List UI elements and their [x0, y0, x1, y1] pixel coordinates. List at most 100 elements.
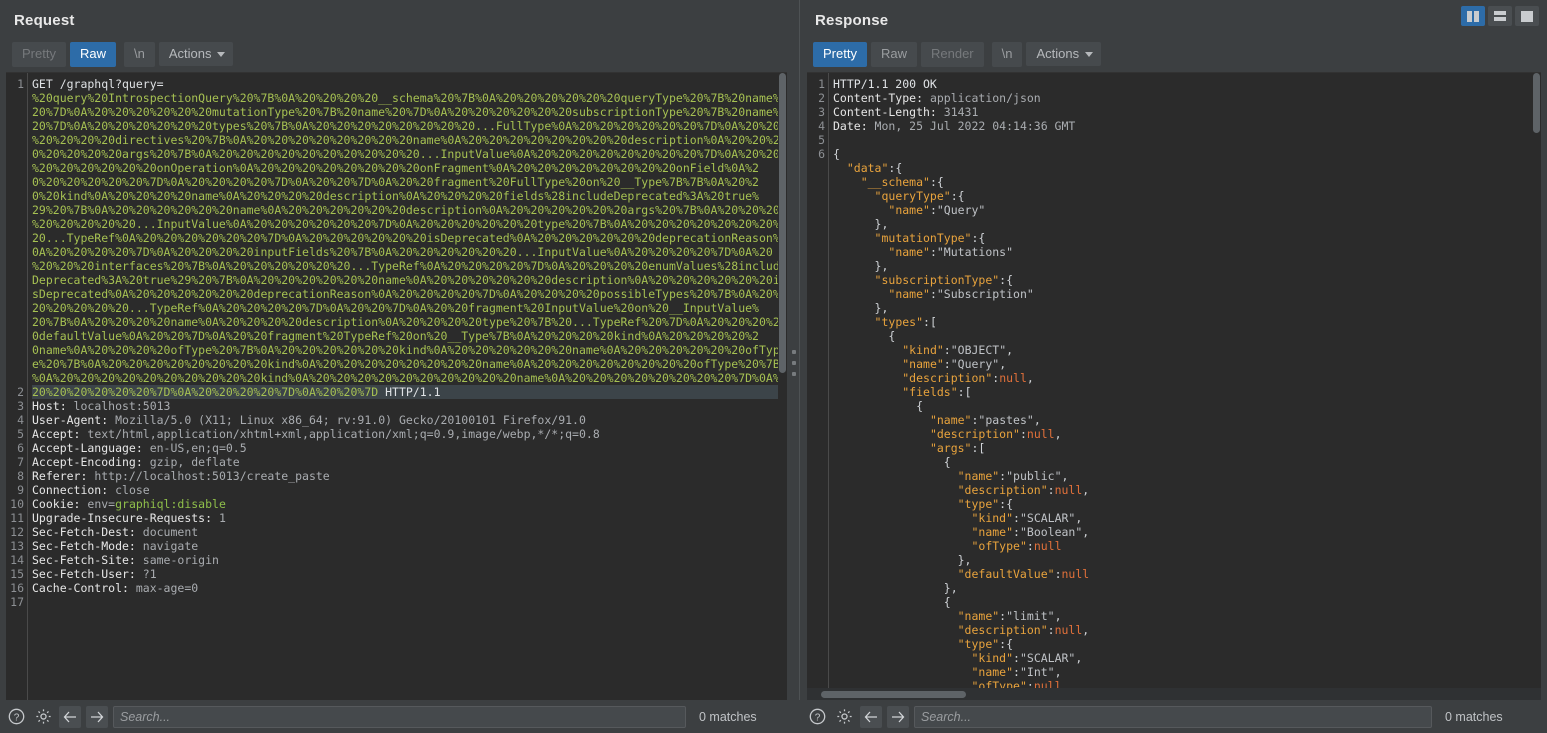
line-number [6, 91, 27, 105]
chevron-down-icon [217, 52, 225, 57]
response-horizontal-scrollbar[interactable] [807, 688, 1541, 700]
response-json-line: { [833, 329, 1541, 343]
response-json-line: "kind":"SCALAR", [833, 511, 1541, 525]
response-actions-button[interactable]: Actions [1026, 42, 1101, 66]
response-vertical-scrollbar[interactable] [1532, 73, 1541, 688]
request-header-line: Sec-Fetch-Mode: navigate [32, 539, 787, 553]
line-number [807, 623, 828, 637]
line-number [6, 315, 27, 329]
layout-split-vertical-button[interactable] [1461, 6, 1485, 26]
tab-response-newline[interactable]: \n [992, 42, 1023, 67]
response-hscroll-thumb[interactable] [821, 691, 966, 698]
tab-response-render[interactable]: Render [921, 42, 984, 67]
request-header-line: Referer: http://localhost:5013/create_pa… [32, 469, 787, 483]
response-header-line: Date: Mon, 25 Jul 2022 04:14:36 GMT [833, 119, 1541, 133]
response-help-icon[interactable]: ? [806, 706, 828, 728]
request-search-next-button[interactable] [86, 706, 108, 728]
request-query-fragment: 0%20kind%0A%20%20%20%20name%0A%20%20%20%… [32, 189, 787, 203]
request-settings-gear-icon[interactable] [32, 706, 54, 728]
request-header-line: User-Agent: Mozilla/5.0 (X11; Linux x86_… [32, 413, 787, 427]
line-number [807, 301, 828, 315]
response-vscroll-thumb[interactable] [1533, 73, 1540, 133]
line-number [6, 203, 27, 217]
chevron-down-icon [1085, 52, 1093, 57]
request-code[interactable]: GET /graphql?query=%20query%20Introspect… [28, 73, 787, 700]
response-json-line: "name":"Query", [833, 357, 1541, 371]
line-number [6, 189, 27, 203]
line-number [807, 287, 828, 301]
tab-response-pretty[interactable]: Pretty [813, 42, 867, 67]
panes-container: Request Pretty Raw \n Actions 1 23456789… [0, 0, 1547, 700]
line-number [807, 595, 828, 609]
line-number [6, 161, 27, 175]
response-json-line: "name":"Subscription" [833, 287, 1541, 301]
request-editor[interactable]: 1 234567891011121314151617 GET /graphql?… [6, 72, 787, 700]
request-header-line: Sec-Fetch-Dest: document [32, 525, 787, 539]
request-query-fragment: %20%20%20%20%20%20onOperation%0A%20%20%2… [32, 161, 787, 175]
layout-toggle-group [1461, 6, 1539, 26]
response-settings-gear-icon[interactable] [833, 706, 855, 728]
line-number: 1 [807, 77, 828, 91]
response-code[interactable]: HTTP/1.1 200 OKContent-Type: application… [829, 73, 1541, 700]
line-number: 6 [807, 147, 828, 161]
response-json-line: "defaultValue":null [833, 567, 1541, 581]
tab-response-raw[interactable]: Raw [871, 42, 917, 67]
layout-single-pane-button[interactable] [1515, 6, 1539, 26]
line-number: 2 [6, 385, 27, 399]
line-number [6, 175, 27, 189]
response-search-prev-button[interactable] [860, 706, 882, 728]
tab-request-pretty[interactable]: Pretty [12, 42, 66, 67]
line-number [807, 315, 828, 329]
request-actions-button[interactable]: Actions [159, 42, 234, 66]
line-number: 10 [6, 497, 27, 511]
line-number [807, 651, 828, 665]
request-pane: Request Pretty Raw \n Actions 1 23456789… [0, 0, 787, 700]
request-header-line: Sec-Fetch-User: ?1 [32, 567, 787, 581]
response-search-next-button[interactable] [887, 706, 909, 728]
request-query-fragment: 0defaultValue%0A%20%20%7D%0A%20%20fragme… [32, 329, 787, 343]
response-json-line: "name":"Int", [833, 665, 1541, 679]
response-json-line: }, [833, 259, 1541, 273]
line-number [6, 147, 27, 161]
line-number [807, 175, 828, 189]
response-json-line: "name":"limit", [833, 609, 1541, 623]
response-editor[interactable]: 123456 HTTP/1.1 200 OKContent-Type: appl… [807, 72, 1541, 700]
response-json-line: "args":[ [833, 441, 1541, 455]
response-title: Response [801, 0, 1547, 38]
response-json-line: "mutationType":{ [833, 231, 1541, 245]
line-number: 13 [6, 539, 27, 553]
response-gutter: 123456 [807, 73, 829, 700]
request-query-fragment: %20%20%20%20%20...InputValue%0A%20%20%20… [32, 217, 787, 231]
tab-request-newline[interactable]: \n [124, 42, 155, 67]
request-vscroll-thumb[interactable] [779, 73, 786, 373]
request-header-line: Accept: text/html,application/xhtml+xml,… [32, 427, 787, 441]
tab-request-raw[interactable]: Raw [70, 42, 116, 67]
request-help-icon[interactable]: ? [5, 706, 27, 728]
line-number [807, 259, 828, 273]
response-json-line: { [833, 595, 1541, 609]
svg-text:?: ? [814, 712, 820, 723]
response-json-line: "name":"Query" [833, 203, 1541, 217]
response-status-line: HTTP/1.1 200 OK [833, 77, 1541, 91]
divider-grip-icon[interactable] [791, 350, 796, 376]
request-header-line: Connection: close [32, 483, 787, 497]
pane-divider[interactable] [787, 0, 801, 700]
svg-text:?: ? [13, 712, 19, 723]
response-search-input[interactable] [914, 706, 1432, 728]
request-query-fragment: %20query%20IntrospectionQuery%20%7B%0A%2… [32, 91, 787, 105]
response-json-line: }, [833, 217, 1541, 231]
request-header-line: Upgrade-Insecure-Requests: 1 [32, 511, 787, 525]
layout-split-horizontal-button[interactable] [1488, 6, 1512, 26]
request-search-input[interactable] [113, 706, 686, 728]
divider-rule [799, 0, 800, 700]
response-json-line: "name":"pastes", [833, 413, 1541, 427]
line-number: 5 [6, 427, 27, 441]
request-search-prev-button[interactable] [59, 706, 81, 728]
line-number [6, 371, 27, 385]
line-number [6, 287, 27, 301]
request-query-fragment: 20%7B%0A%20%20%20%20name%0A%20%20%20%20d… [32, 315, 787, 329]
line-number [807, 637, 828, 651]
response-json-line: { [833, 399, 1541, 413]
response-json-line: "kind":"SCALAR", [833, 651, 1541, 665]
request-vertical-scrollbar[interactable] [778, 73, 787, 688]
